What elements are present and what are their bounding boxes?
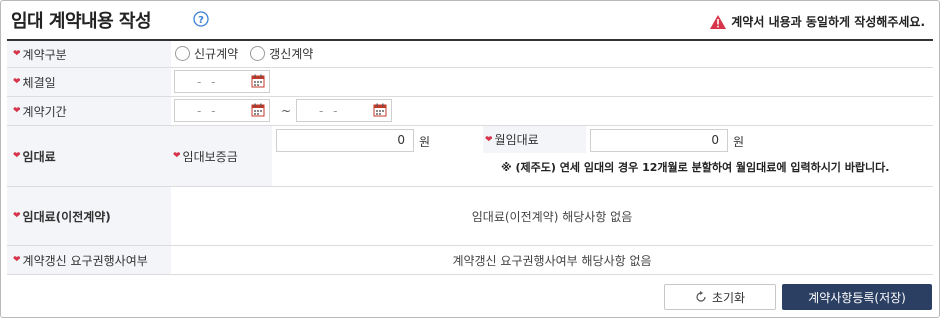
label-text: 계약기간 (22, 104, 67, 119)
monthly-rent-input[interactable]: 0 (590, 129, 728, 152)
monthly-rent-unit: 원 (733, 135, 745, 149)
label-signing-date: ❤ 체결일 (7, 68, 171, 96)
date-placeholder: - - (197, 104, 219, 118)
reset-button-label: 초기화 (711, 290, 746, 305)
label-deposit: ❤ 임대보증금 (171, 126, 272, 186)
label-text: 월임대료 (494, 133, 539, 147)
row-renewal-right: ❤ 계약갱신 요구권행사여부 계약갱신 요구권행사여부 해당사항 없음 (7, 246, 933, 275)
required-mark-icon: ❤ (485, 134, 493, 145)
renewal-right-status: 계약갱신 요구권행사여부 해당사항 없음 (452, 253, 652, 268)
prev-rent-status: 임대료(이전계약) 해당사항 없음 (471, 209, 633, 224)
save-contract-button[interactable]: 계약사항등록(저장) (782, 284, 932, 310)
row-rent: ❤ 임대료 ❤ 임대보증금 0 원 ❤ 월임대료 0 원 ※ (제주도) 연세 … (7, 126, 933, 187)
value-signing-date: - - (171, 68, 933, 96)
value-prev-rent: 임대료(이전계약) 해당사항 없음 (171, 187, 933, 245)
row-signing-date: ❤ 체결일 - - (7, 68, 933, 97)
required-mark-icon: ❤ (13, 151, 21, 161)
deposit-input[interactable]: 0 (276, 129, 414, 152)
notice-message: 계약서 내용과 동일하게 작성해주세요. (710, 13, 925, 30)
value-renewal-right: 계약갱신 요구권행사여부 해당사항 없음 (171, 246, 933, 274)
contract-form-panel: 임대 계약내용 작성 ? 계약서 내용과 동일하게 작성해주세요. ❤ 계약구분 (0, 0, 940, 318)
label-prev-rent: ❤ 임대료(이전계약) (7, 187, 171, 245)
value-rent: ❤ 임대보증금 0 원 ❤ 월임대료 0 원 ※ (제주도) 연세 임대의 경우… (171, 126, 933, 186)
label-contract-type: ❤ 계약구분 (7, 41, 171, 67)
radio-renewal-contract[interactable] (250, 46, 266, 61)
label-text: 임대보증금 (182, 149, 238, 164)
calendar-icon[interactable] (251, 74, 265, 88)
period-end-date-input[interactable]: - - (296, 99, 392, 122)
reset-button[interactable]: 초기화 (664, 284, 776, 310)
radio-new-contract[interactable] (175, 46, 190, 61)
period-separator: ~ (281, 104, 292, 118)
required-mark-icon: ❤ (13, 255, 21, 265)
date-placeholder: - - (197, 75, 219, 89)
calendar-icon[interactable] (373, 103, 387, 117)
warning-icon (710, 14, 727, 29)
label-text: 체결일 (22, 75, 56, 90)
date-placeholder: - - (319, 104, 341, 118)
label-text: 계약구분 (22, 47, 67, 62)
page-title: 임대 계약내용 작성 (11, 11, 152, 32)
svg-text:?: ? (198, 15, 204, 26)
row-prev-rent: ❤ 임대료(이전계약) 임대료(이전계약) 해당사항 없음 (7, 187, 933, 246)
label-text: 임대료 (22, 149, 56, 164)
radio-renewal-contract-label[interactable]: 갱신계약 (269, 45, 313, 62)
period-start-date-input[interactable]: - - (174, 99, 270, 122)
value-contract-period: - - ~ - - (171, 97, 933, 125)
value-contract-type: 신규계약 갱신계약 (171, 41, 933, 67)
row-contract-period: ❤ 계약기간 - - ~ - - (7, 97, 933, 126)
label-text: 임대료(이전계약) (22, 209, 111, 224)
label-renewal-right: ❤ 계약갱신 요구권행사여부 (7, 246, 171, 274)
contract-type-radio-group: 신규계약 갱신계약 (175, 45, 325, 62)
refresh-icon (696, 291, 706, 302)
required-mark-icon: ❤ (13, 77, 21, 87)
deposit-unit: 원 (419, 135, 431, 149)
signing-date-input[interactable]: - - (174, 70, 270, 93)
required-mark-icon: ❤ (173, 151, 181, 161)
notice-text: 계약서 내용과 동일하게 작성해주세요. (731, 15, 925, 29)
label-rent: ❤ 임대료 (7, 126, 171, 186)
help-icon[interactable]: ? (193, 11, 209, 27)
contract-form: ❤ 계약구분 신규계약 갱신계약 ❤ 체결일 - - ❤ 계약기간 - - ~ … (7, 41, 933, 275)
radio-new-contract-label[interactable]: 신규계약 (194, 45, 238, 62)
label-contract-period: ❤ 계약기간 (7, 97, 171, 125)
calendar-icon[interactable] (251, 103, 265, 117)
label-text: 계약갱신 요구권행사여부 (22, 253, 148, 268)
required-mark-icon: ❤ (13, 211, 21, 221)
row-contract-type: ❤ 계약구분 신규계약 갱신계약 (7, 41, 933, 68)
title-bar: 임대 계약내용 작성 ? 계약서 내용과 동일하게 작성해주세요. (1, 1, 939, 39)
required-mark-icon: ❤ (13, 106, 21, 116)
label-monthly-rent: ❤ 월임대료 (483, 126, 586, 153)
required-mark-icon: ❤ (13, 49, 21, 59)
save-button-label: 계약사항등록(저장) (808, 290, 906, 305)
jeju-rent-note: ※ (제주도) 연세 임대의 경우 12개월로 분할하여 월임대료에 입력하시기… (501, 161, 890, 174)
